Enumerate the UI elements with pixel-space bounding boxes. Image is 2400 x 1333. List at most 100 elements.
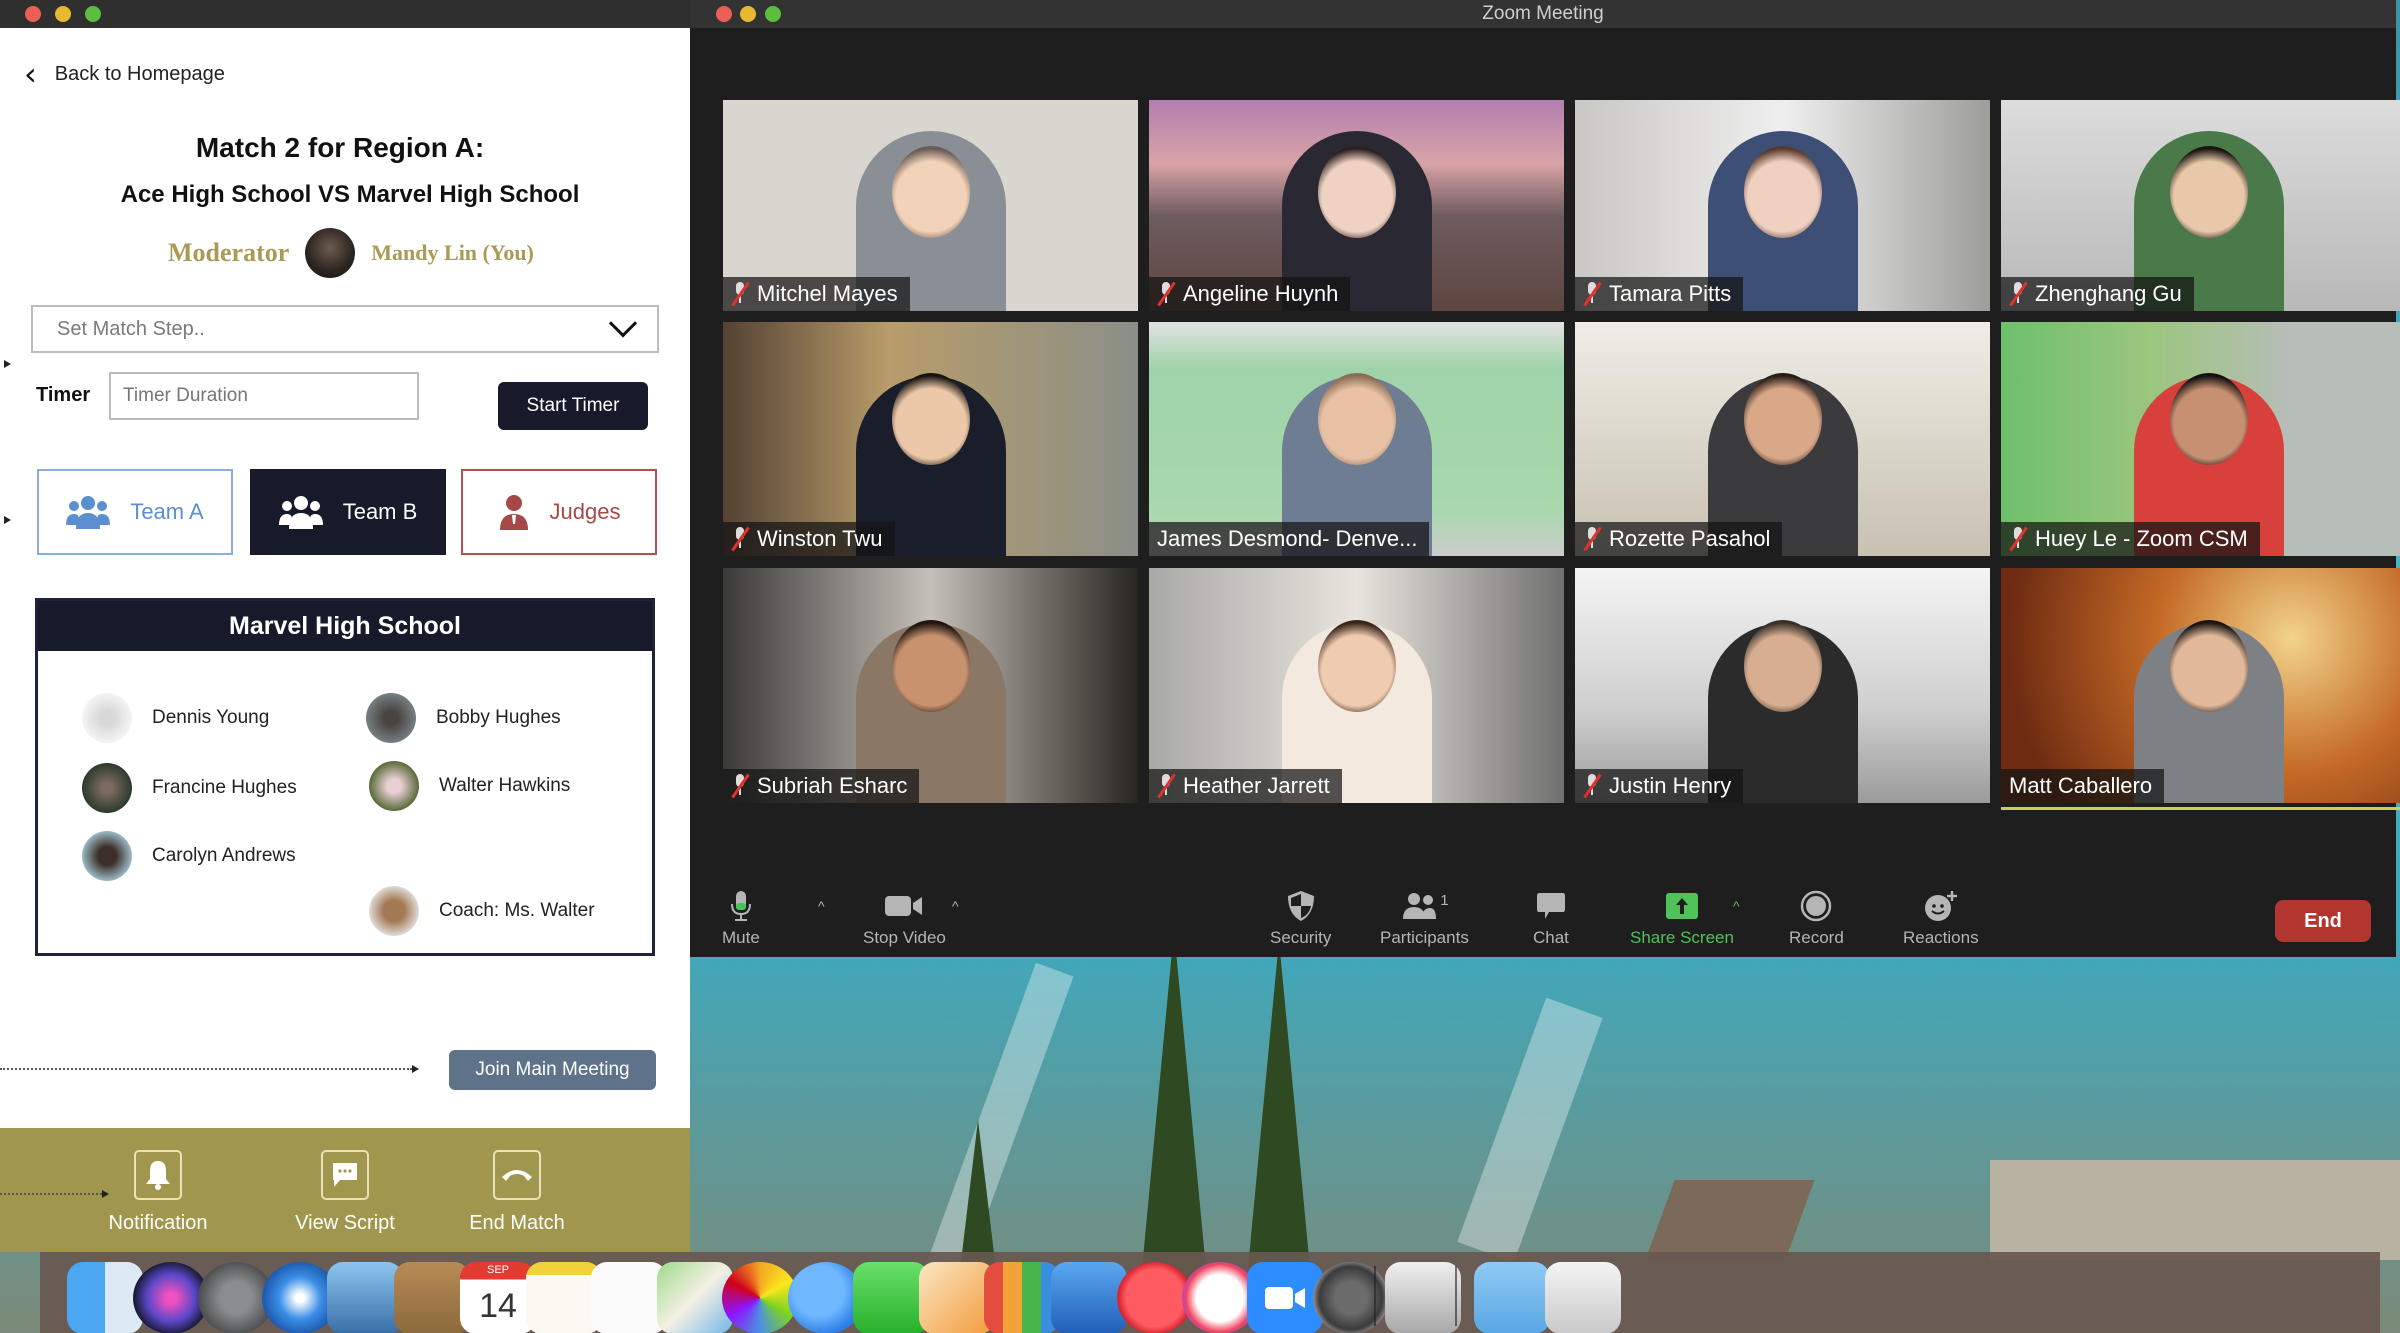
team-roster-card: Marvel High School Dennis Young Bobby Hu…	[35, 598, 655, 956]
video-tile[interactable]: Zhenghang Gu	[2001, 100, 2400, 311]
match-step-placeholder: Set Match Step..	[57, 317, 205, 340]
wallpaper-streak	[926, 962, 1074, 1278]
video-tile[interactable]: Winston Twu	[723, 322, 1138, 556]
participant-name: Rozette Pasahol	[1609, 526, 1771, 551]
tool-label: Reactions	[1903, 928, 1979, 947]
roster-member[interactable]: Bobby Hughes	[366, 693, 561, 743]
audio-options-caret[interactable]: ^	[818, 898, 825, 914]
video-tile[interactable]: Subriah Esharc	[723, 568, 1138, 803]
macos-dock: SEP 14	[40, 1252, 2380, 1333]
dock-trash-icon[interactable]	[1545, 1262, 1621, 1333]
dock-contacts-icon[interactable]	[394, 1262, 470, 1333]
view-script-button[interactable]: View Script	[265, 1150, 425, 1235]
zoom-camera-glyph	[1265, 1287, 1305, 1309]
timer-duration-input[interactable]	[109, 372, 419, 420]
reactions-button[interactable]: Reactions	[1903, 890, 1979, 948]
participant-face	[1317, 373, 1396, 465]
end-match-button[interactable]: End Match	[437, 1150, 597, 1235]
tool-label: Chat	[1533, 928, 1569, 947]
share-screen-button[interactable]: Share Screen	[1630, 890, 1734, 948]
maximize-window-button[interactable]	[85, 6, 101, 22]
dock-calendar-icon[interactable]: SEP 14	[460, 1262, 536, 1333]
video-tile[interactable]: James Desmond- Denve...	[1149, 322, 1564, 556]
minimize-window-button[interactable]	[55, 6, 71, 22]
flow-arrow-marker	[4, 516, 11, 524]
mute-button[interactable]: Mute	[722, 890, 760, 948]
moderator-role-label: Moderator	[168, 238, 290, 267]
video-tile[interactable]: Justin Henry	[1575, 568, 1990, 803]
video-tile[interactable]: Huey Le - Zoom CSM	[2001, 322, 2400, 556]
participant-face	[891, 373, 970, 465]
muted-mic-icon	[1583, 526, 1602, 552]
member-name: Walter Hawkins	[439, 775, 571, 796]
dock-downloads-icon[interactable]	[1474, 1262, 1550, 1333]
dock-finder-icon[interactable]	[67, 1262, 143, 1333]
end-meeting-button[interactable]: End	[2275, 900, 2371, 942]
dock-keynote-icon[interactable]	[1051, 1262, 1127, 1333]
match-step-select[interactable]: Set Match Step..	[31, 305, 659, 353]
participant-name-tag: Heather Jarrett	[1149, 769, 1342, 803]
join-main-meeting-button[interactable]: Join Main Meeting	[449, 1050, 656, 1090]
participant-name: Tamara Pitts	[1609, 281, 1732, 306]
muted-mic-icon	[2009, 281, 2028, 307]
participant-name: Mitchel Mayes	[757, 281, 898, 306]
muted-mic-icon	[2009, 526, 2028, 552]
security-button[interactable]: Security	[1270, 890, 1331, 948]
tab-judges[interactable]: Judges	[461, 469, 657, 555]
tool-label: Mute	[722, 928, 760, 947]
member-avatar	[366, 693, 416, 743]
wallpaper-rock	[1990, 1160, 2400, 1260]
back-to-homepage-link[interactable]: ‹ Back to Homepage	[24, 58, 225, 90]
video-tile[interactable]: Tamara Pitts	[1575, 100, 1990, 311]
record-icon	[1800, 890, 1832, 922]
share-options-caret[interactable]: ^	[1733, 898, 1740, 914]
record-button[interactable]: Record	[1789, 890, 1844, 948]
muted-mic-icon	[731, 526, 750, 552]
team-icon	[278, 496, 323, 529]
video-tile[interactable]: Rozette Pasahol	[1575, 322, 1990, 556]
close-window-button[interactable]	[25, 6, 41, 22]
video-options-caret[interactable]: ^	[952, 898, 959, 914]
calendar-month: SEP	[486, 1264, 509, 1276]
muted-mic-icon	[731, 281, 750, 307]
chat-button[interactable]: Chat	[1533, 890, 1569, 948]
video-tile[interactable]: Mitchel Mayes	[723, 100, 1138, 311]
roster-member[interactable]: Francine Hughes	[82, 763, 297, 813]
roster-member[interactable]: Dennis Young	[82, 693, 269, 743]
moderator-panel: ‹ Back to Homepage Match 2 for Region A:…	[0, 0, 690, 1250]
match-title: Match 2 for Region A:	[195, 132, 485, 163]
tab-team-b[interactable]: Team B	[250, 469, 446, 555]
participant-name: Winston Twu	[757, 526, 883, 551]
roster-member[interactable]: Carolyn Andrews	[82, 831, 296, 881]
participant-name-tag: Mitchel Mayes	[723, 277, 910, 311]
member-name: Bobby Hughes	[436, 707, 561, 728]
stop-video-button[interactable]: Stop Video	[863, 890, 946, 948]
dock-boot-camp-icon[interactable]	[1385, 1262, 1461, 1333]
dock-system-preferences-icon[interactable]	[1313, 1262, 1389, 1333]
dock-mail-icon[interactable]	[327, 1262, 403, 1333]
participant-name: Subriah Esharc	[757, 773, 908, 798]
start-timer-button[interactable]: Start Timer	[498, 382, 648, 430]
notification-button[interactable]: Notification	[78, 1150, 238, 1235]
dock-facetime-icon[interactable]	[853, 1262, 929, 1333]
dock-numbers-icon[interactable]	[984, 1262, 1060, 1333]
roster-member[interactable]: Coach: Ms. Walter	[369, 886, 595, 936]
flow-arrow-marker	[4, 360, 11, 368]
window-titlebar	[0, 0, 690, 28]
participant-face	[1743, 620, 1822, 712]
video-tile[interactable]: Matt Caballero	[2001, 568, 2400, 803]
video-tile[interactable]: Angeline Huynh	[1149, 100, 1564, 311]
dock-zoom-icon[interactable]	[1247, 1262, 1323, 1333]
participant-face	[1743, 146, 1822, 238]
dock-photos-icon[interactable]	[722, 1262, 798, 1333]
roster-member[interactable]: Walter Hawkins	[369, 761, 570, 811]
moderator-info: Moderator Mandy Lin (You)	[168, 228, 534, 278]
video-tile[interactable]: Heather Jarrett	[1149, 568, 1564, 803]
participants-button[interactable]: 1 Participants	[1380, 890, 1469, 948]
chat-bubble-icon	[321, 1150, 369, 1200]
tab-team-a[interactable]: Team A	[37, 469, 233, 555]
tool-label: Participants	[1380, 928, 1469, 947]
video-camera-icon	[884, 890, 924, 922]
member-name: Coach: Ms. Walter	[439, 900, 595, 921]
dock-reminders-icon[interactable]	[591, 1262, 667, 1333]
